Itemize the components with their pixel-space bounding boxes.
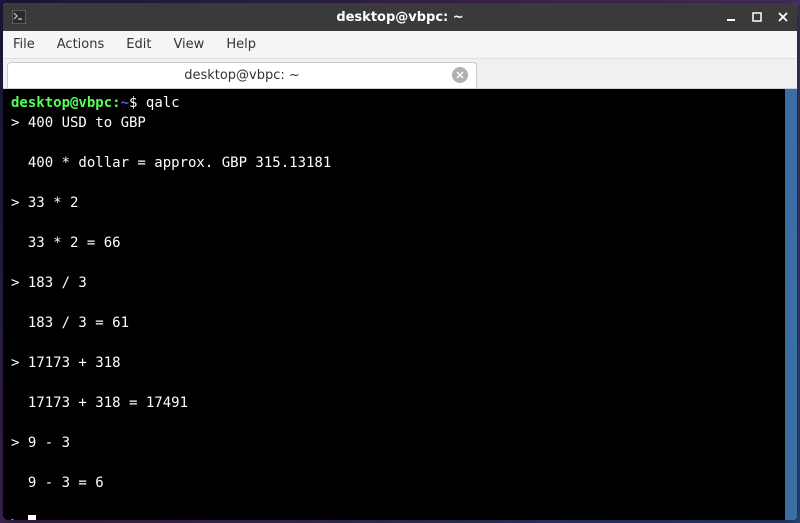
terminal-line: 9 - 3 = 6 (11, 475, 104, 491)
scrollbar-thumb[interactable] (785, 89, 797, 520)
terminal-line: > 33 * 2 (11, 195, 78, 211)
terminal-line: > (11, 515, 28, 520)
tabbar: desktop@vbpc: ~ (3, 59, 797, 89)
terminal-output[interactable]: desktop@vbpc:~$ qalc > 400 USD to GBP 40… (3, 89, 785, 520)
prompt-command: qalc (146, 95, 180, 111)
prompt-path: ~ (121, 95, 129, 111)
terminal-line: 17173 + 318 = 17491 (11, 395, 188, 411)
close-button[interactable] (775, 9, 791, 25)
terminal-line: > 400 USD to GBP (11, 115, 146, 131)
menu-file[interactable]: File (13, 37, 35, 52)
window-title: desktop@vbpc: ~ (336, 10, 463, 25)
prompt-colon: : (112, 95, 120, 111)
prompt-user-host: desktop@vbpc (11, 95, 112, 111)
terminal-line: > 17173 + 318 (11, 355, 121, 371)
menubar: File Actions Edit View Help (3, 31, 797, 59)
minimize-button[interactable] (723, 9, 739, 25)
terminal-cursor (28, 515, 36, 520)
prompt-symbol: $ (129, 95, 146, 111)
terminal-area: desktop@vbpc:~$ qalc > 400 USD to GBP 40… (3, 89, 797, 520)
terminal-line: > 183 / 3 (11, 275, 87, 291)
terminal-line: 183 / 3 = 61 (11, 315, 129, 331)
terminal-line: > 9 - 3 (11, 435, 70, 451)
app-icon (11, 9, 27, 25)
scrollbar[interactable] (785, 89, 797, 520)
terminal-line: 33 * 2 = 66 (11, 235, 121, 251)
tab-label: desktop@vbpc: ~ (184, 68, 300, 83)
menu-help[interactable]: Help (226, 37, 256, 52)
menu-actions[interactable]: Actions (57, 37, 105, 52)
window-controls (723, 9, 791, 25)
tab-active[interactable]: desktop@vbpc: ~ (7, 62, 477, 88)
titlebar[interactable]: desktop@vbpc: ~ (3, 3, 797, 31)
menu-edit[interactable]: Edit (126, 37, 151, 52)
tab-close-button[interactable] (452, 67, 468, 83)
terminal-line: 400 * dollar = approx. GBP 315.13181 (11, 155, 331, 171)
maximize-button[interactable] (749, 9, 765, 25)
terminal-window: desktop@vbpc: ~ File Actions Edit View H… (3, 3, 797, 520)
menu-view[interactable]: View (173, 37, 204, 52)
